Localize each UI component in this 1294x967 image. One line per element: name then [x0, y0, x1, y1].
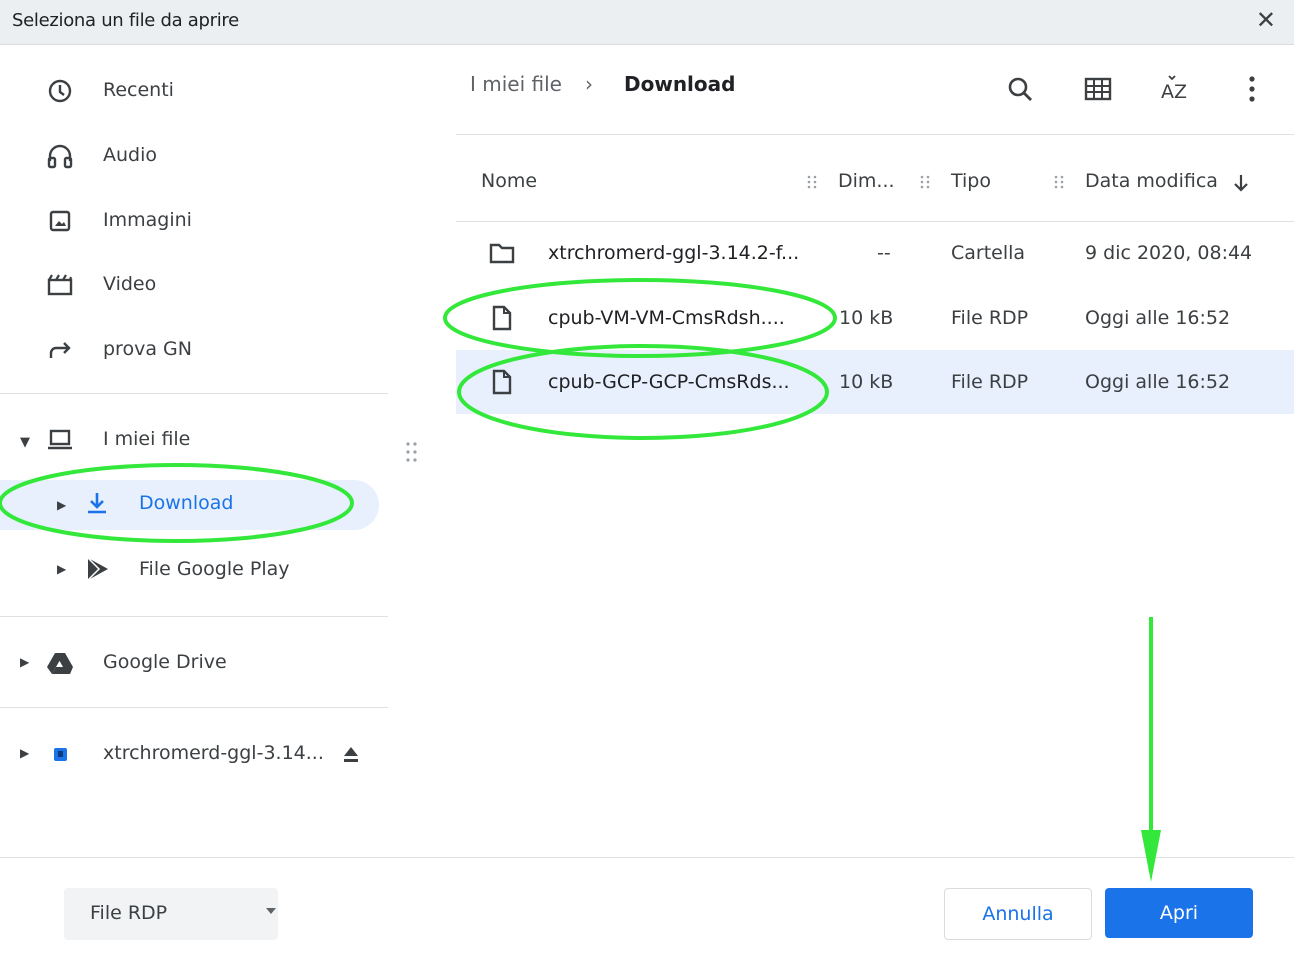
sidebar-item-audio[interactable]: Audio — [0, 127, 380, 183]
clock-icon — [48, 79, 72, 103]
more-vert-icon[interactable] — [1238, 74, 1268, 104]
google-drive-icon — [47, 653, 73, 674]
file-type: Cartella — [951, 242, 1026, 264]
column-resize-icon[interactable] — [920, 175, 930, 189]
close-icon[interactable]: ✕ — [1256, 6, 1276, 34]
column-header-date[interactable]: Data modifica — [1085, 170, 1218, 192]
sidebar-item-label: Immagini — [103, 209, 192, 231]
search-icon[interactable] — [1005, 74, 1035, 104]
film-icon — [47, 274, 73, 296]
file-size: 10 kB — [839, 371, 894, 393]
sidebar-item-label: xtrchromerd-ggl-3.14... — [103, 742, 324, 764]
breadcrumb-current: Download — [624, 72, 736, 96]
column-header-type[interactable]: Tipo — [951, 170, 991, 192]
download-icon — [88, 493, 106, 514]
file-name: xtrchromerd-ggl-3.14.2-f... — [548, 242, 800, 264]
sidebar-item-label: I miei file — [103, 428, 191, 450]
sidebar-item-label: File Google Play — [139, 558, 290, 580]
grid-view-icon[interactable] — [1083, 74, 1113, 104]
svg-text:AZ: AZ — [1161, 81, 1187, 103]
sidebar-item-label: Recenti — [103, 79, 174, 101]
column-resize-icon[interactable] — [1054, 175, 1064, 189]
file-date: 9 dic 2020, 08:44 — [1085, 242, 1253, 264]
file-row[interactable]: xtrchromerd-ggl-3.14.2-f... -- Cartella … — [456, 221, 1294, 285]
file-type: File RDP — [951, 307, 1029, 329]
file-name: cpub-GCP-GCP-CmsRds... — [548, 371, 790, 393]
sidebar-item-label: prova GN — [103, 338, 192, 360]
dialog-title: Seleziona un file da aprire — [12, 10, 239, 31]
breadcrumb-root[interactable]: I miei file — [470, 72, 562, 96]
laptop-icon — [48, 429, 72, 450]
resize-handle-icon[interactable] — [405, 441, 419, 463]
share-arrow-icon — [49, 342, 71, 358]
sort-az-icon[interactable]: AZ — [1160, 74, 1190, 104]
sort-descending-icon[interactable] — [1232, 173, 1250, 193]
open-button[interactable]: Apri — [1105, 888, 1253, 938]
sidebar-item-my-files[interactable]: I miei file — [0, 411, 380, 467]
dialog-footer: File RDP Annulla Apri — [0, 857, 1294, 967]
sidebar-divider — [0, 616, 388, 617]
sidebar-item-google-play[interactable]: File Google Play — [0, 541, 380, 597]
column-header-name[interactable]: Nome — [481, 170, 537, 192]
file-type-select[interactable]: File RDP — [64, 888, 278, 940]
expand-arrow-icon[interactable]: ▶ — [57, 498, 66, 512]
sidebar-item-label: Audio — [103, 144, 158, 166]
file-row-selected[interactable]: cpub-GCP-GCP-CmsRds... 10 kB File RDP Og… — [456, 350, 1294, 414]
breadcrumb-separator-icon: › — [585, 72, 593, 96]
sidebar-item-label: Google Drive — [103, 651, 227, 673]
folder-icon — [489, 243, 515, 264]
file-type-select-value: File RDP — [90, 902, 168, 924]
sidebar-item-prova-gn[interactable]: prova GN — [0, 321, 380, 377]
file-list-header: Nome Dim... Tipo Data modifica — [456, 134, 1294, 222]
file-type: File RDP — [951, 371, 1029, 393]
sidebar-item-label: Download — [139, 492, 234, 514]
dropdown-caret-icon — [266, 908, 276, 914]
file-size: 10 kB — [839, 307, 894, 329]
usb-drive-icon — [54, 748, 67, 761]
file-icon — [492, 369, 512, 395]
sidebar-item-label: Video — [103, 273, 157, 295]
play-store-icon — [87, 557, 108, 581]
file-date: Oggi alle 16:52 — [1085, 307, 1231, 329]
sidebar-item-removable[interactable]: xtrchromerd-ggl-3.14... — [0, 725, 330, 781]
sidebar-item-video[interactable]: Video — [0, 256, 380, 312]
image-icon — [49, 210, 71, 232]
sidebar-divider — [0, 707, 388, 708]
file-name: cpub-VM-VM-CmsRdsh.... — [548, 307, 785, 329]
column-header-size[interactable]: Dim... — [838, 170, 895, 192]
cancel-button[interactable]: Annulla — [944, 888, 1092, 940]
headphones-icon — [47, 144, 73, 169]
file-size: -- — [877, 242, 891, 264]
sidebar-divider — [0, 393, 388, 394]
sidebar-item-recenti[interactable]: Recenti — [0, 62, 380, 118]
eject-icon[interactable] — [341, 744, 361, 764]
file-row[interactable]: cpub-VM-VM-CmsRdsh.... 10 kB File RDP Og… — [456, 286, 1294, 350]
sidebar: Recenti Audio Immagini Video prova GN ▼ … — [0, 45, 388, 857]
dialog-titlebar: Seleziona un file da aprire ✕ — [0, 0, 1294, 45]
file-icon — [492, 305, 512, 331]
sidebar-item-google-drive[interactable]: Google Drive — [0, 634, 380, 690]
column-resize-icon[interactable] — [807, 175, 817, 189]
file-date: Oggi alle 16:52 — [1085, 371, 1231, 393]
sidebar-item-immagini[interactable]: Immagini — [0, 192, 380, 248]
